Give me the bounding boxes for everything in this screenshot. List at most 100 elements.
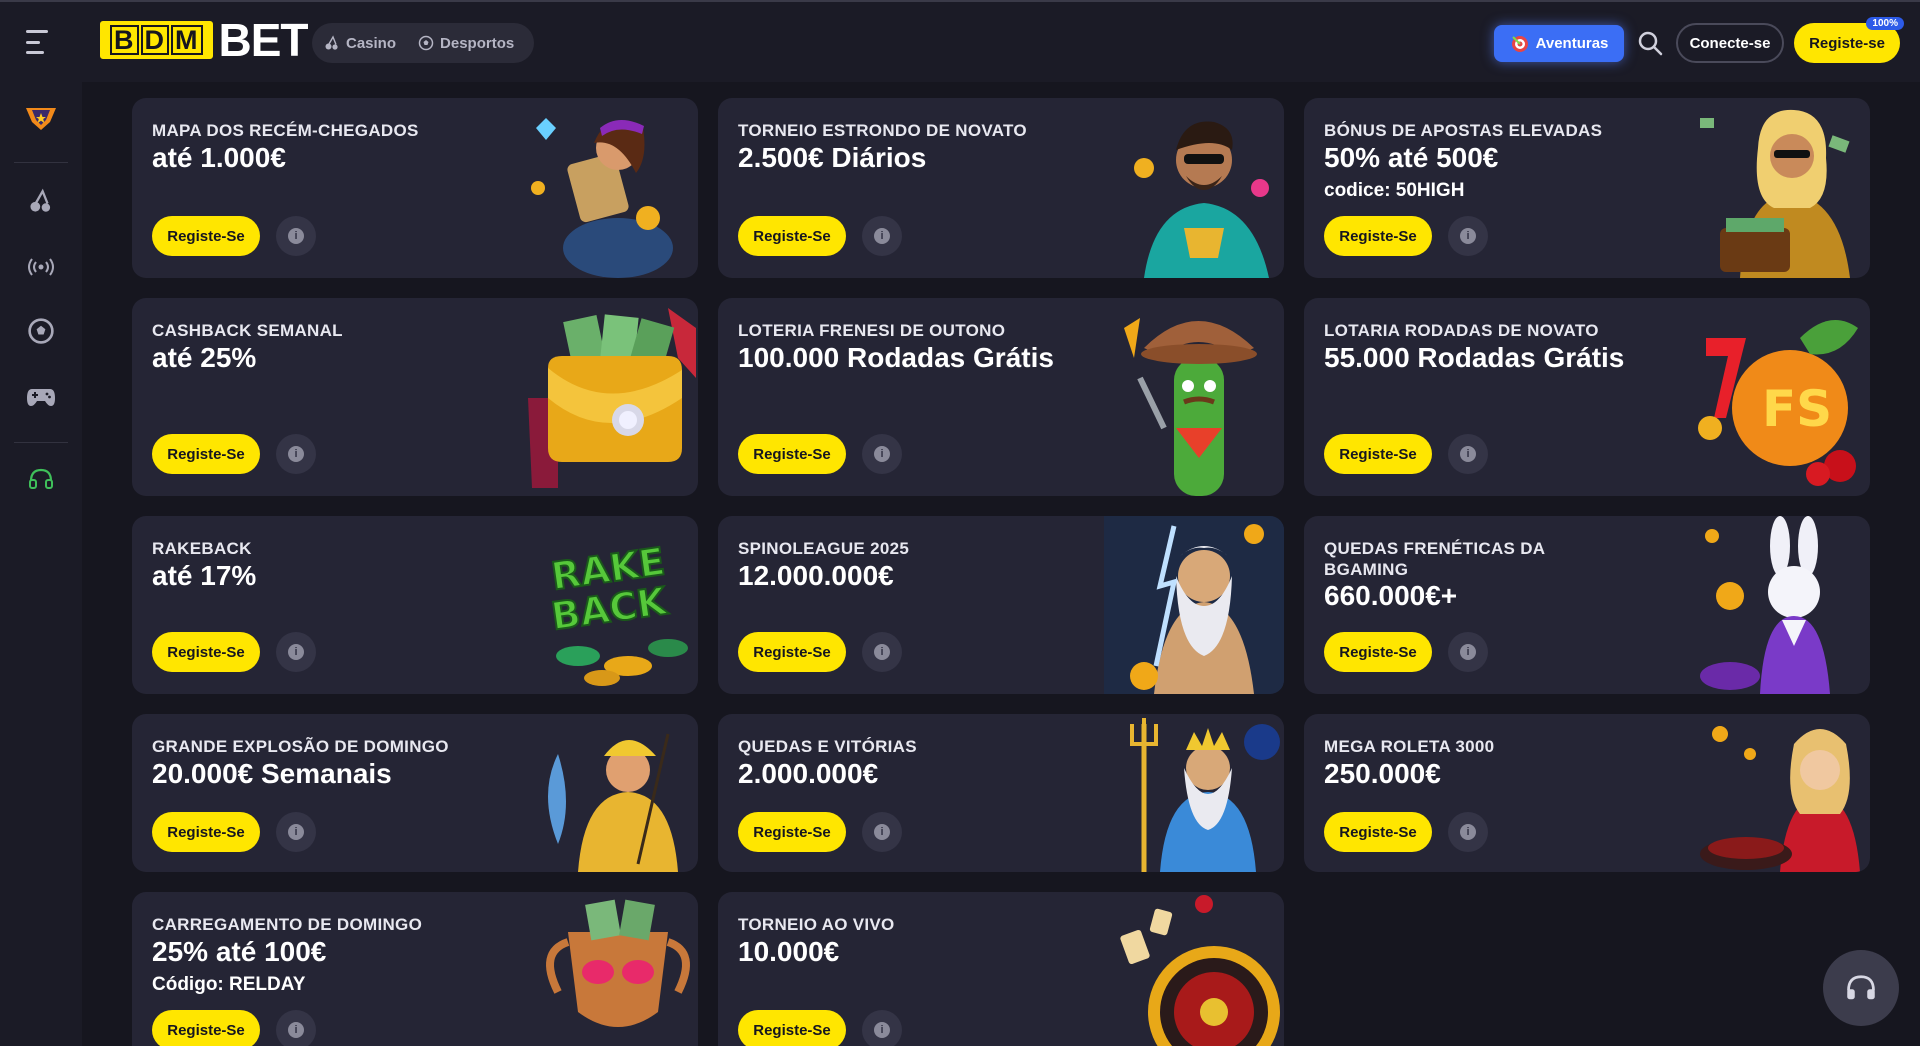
promo-card: Quedas e Vitórias 2.000.000€ Registe-Se …	[718, 714, 1284, 872]
login-button[interactable]: Conecte-se	[1676, 23, 1784, 63]
info-icon: i	[288, 1022, 304, 1038]
promo-register-button[interactable]: Registe-Se	[738, 216, 846, 256]
adventurer-woman-illustration	[531, 118, 673, 278]
fisherman-illustration	[548, 733, 678, 872]
zeus-illustration	[1104, 516, 1284, 694]
promo-card: Cashback semanal até 25% Registe-Se i	[132, 298, 698, 496]
promo-amount: 100.000 Rodadas Grátis	[738, 342, 1054, 373]
info-icon: i	[874, 1022, 890, 1038]
promo-info-button[interactable]: i	[276, 632, 316, 672]
promo-register-button[interactable]: Registe-Se	[152, 216, 260, 256]
adventures-label: Aventuras	[1535, 35, 1609, 52]
promo-amount: 25% até 100€	[152, 936, 327, 967]
nav-sports-label: Desportos	[440, 34, 515, 52]
sidebar-item-games[interactable]	[24, 380, 58, 414]
promo-info-button[interactable]: i	[862, 434, 902, 474]
logo-letter: M	[171, 25, 203, 55]
sidebar-item-promotions[interactable]	[24, 102, 58, 136]
promo-amount: 660.000€+	[1324, 580, 1458, 611]
promo-amount: 10.000€	[738, 936, 840, 967]
promo-register-button[interactable]: Registe-Se	[152, 632, 260, 672]
headset-icon	[29, 468, 53, 489]
promo-register-button[interactable]: Registe-Se	[738, 812, 846, 852]
promo-info-button[interactable]: i	[862, 216, 902, 256]
cherries-icon	[325, 35, 338, 50]
promo-info-button[interactable]: i	[276, 434, 316, 474]
promo-card: SpinoLeague 2025 12.000.000€ Registe-Se …	[718, 516, 1284, 694]
golden-wallet-illustration	[528, 308, 696, 488]
woman-with-suitcase-illustration	[1700, 109, 1850, 278]
promo-register-button[interactable]: Registe-Se	[152, 812, 260, 852]
promo-amount: 12.000.000€	[738, 560, 894, 591]
dart-target-icon	[1511, 35, 1528, 52]
football-icon	[28, 318, 54, 344]
sidebar-item-support[interactable]	[24, 462, 58, 496]
info-icon: i	[1460, 644, 1476, 660]
register-button[interactable]: Registe-se 100%	[1794, 17, 1904, 63]
promo-register-button[interactable]: Registe-Se	[152, 1010, 260, 1046]
promo-card: Mega Roleta 3000 250.000€ Registe-Se i	[1304, 714, 1870, 872]
promo-amount: até 1.000€	[152, 142, 286, 173]
logo-bet-text: BET	[218, 14, 309, 66]
poseidon-illustration	[1130, 718, 1280, 872]
promo-register-button[interactable]: Registe-Se	[738, 1010, 846, 1046]
promo-info-button[interactable]: i	[276, 216, 316, 256]
gamepad-icon	[27, 389, 55, 406]
nav-casino[interactable]: Casino	[324, 35, 396, 52]
promotions-badge-icon	[26, 108, 56, 130]
promo-card: Lotaria Rodadas de Novato 55.000 Rodadas…	[1304, 298, 1870, 496]
promo-card: Torneio Estrondo de Novato 2.500€ Diário…	[718, 98, 1284, 278]
rabbit-illustration	[1700, 516, 1830, 694]
info-icon: i	[1460, 446, 1476, 462]
promo-code: Código: RELDAY	[152, 974, 306, 995]
promo-info-button[interactable]: i	[1448, 632, 1488, 672]
headset-icon	[1847, 975, 1875, 1000]
promo-info-button[interactable]: i	[276, 812, 316, 852]
nav-sports[interactable]: Desportos	[418, 35, 514, 52]
sidebar-item-live[interactable]	[24, 250, 58, 284]
football-icon	[418, 35, 434, 51]
sidebar-item-casino[interactable]	[24, 184, 58, 218]
promo-amount: 250.000€	[1324, 758, 1441, 789]
fs-orange-illustration: FS	[1698, 320, 1858, 486]
promo-amount: 2.500€ Diários	[738, 142, 927, 173]
promo-card: Mapa dos recém-chegados até 1.000€ Regis…	[132, 98, 698, 278]
promo-info-button[interactable]: i	[276, 1010, 316, 1046]
promo-card: Quedas Frenéticas da BGaming 660.000€+ R…	[1304, 516, 1870, 694]
promo-register-button[interactable]: Registe-Se	[1324, 812, 1432, 852]
promo-info-button[interactable]: i	[862, 1010, 902, 1046]
promo-card: Carregamento de Domingo 25% até 100€ Cód…	[132, 892, 698, 1046]
sidebar-divider	[14, 442, 68, 443]
promo-register-button[interactable]: Registe-Se	[1324, 434, 1432, 474]
promo-amount: 20.000€ Semanais	[152, 758, 392, 789]
main-nav: Casino Desportos	[312, 23, 534, 63]
sidebar-divider	[14, 162, 68, 163]
site-logo[interactable]: B D M BET	[100, 14, 309, 66]
promo-amount: até 17%	[152, 560, 257, 591]
info-icon: i	[288, 824, 304, 840]
sidebar-item-sports[interactable]	[24, 314, 58, 348]
promo-card: Torneio ao Vivo 10.000€ Registe-Se i	[718, 892, 1284, 1046]
promo-info-button[interactable]: i	[1448, 812, 1488, 852]
cherries-icon	[30, 188, 51, 212]
menu-toggle-button[interactable]	[26, 30, 54, 54]
promo-register-button[interactable]: Registe-Se	[738, 632, 846, 672]
promo-info-button[interactable]: i	[862, 812, 902, 852]
promo-register-button[interactable]: Registe-Se	[1324, 216, 1432, 256]
info-icon: i	[1460, 228, 1476, 244]
logo-letter: B	[110, 25, 139, 55]
info-icon: i	[288, 228, 304, 244]
promo-amount: 2.000.000€	[738, 758, 879, 789]
svg-text:FS: FS	[1762, 380, 1832, 438]
promo-register-button[interactable]: Registe-Se	[738, 434, 846, 474]
promo-info-button[interactable]: i	[862, 632, 902, 672]
promo-register-button[interactable]: Registe-Se	[152, 434, 260, 474]
promo-card: Bónus de apostas elevadas 50% até 500€ c…	[1304, 98, 1870, 278]
promo-register-button[interactable]: Registe-Se	[1324, 632, 1432, 672]
promo-info-button[interactable]: i	[1448, 434, 1488, 474]
support-chat-button[interactable]	[1823, 950, 1899, 1026]
adventures-button[interactable]: Aventuras	[1494, 25, 1624, 62]
info-icon: i	[874, 446, 890, 462]
search-button[interactable]	[1636, 29, 1664, 57]
promo-info-button[interactable]: i	[1448, 216, 1488, 256]
